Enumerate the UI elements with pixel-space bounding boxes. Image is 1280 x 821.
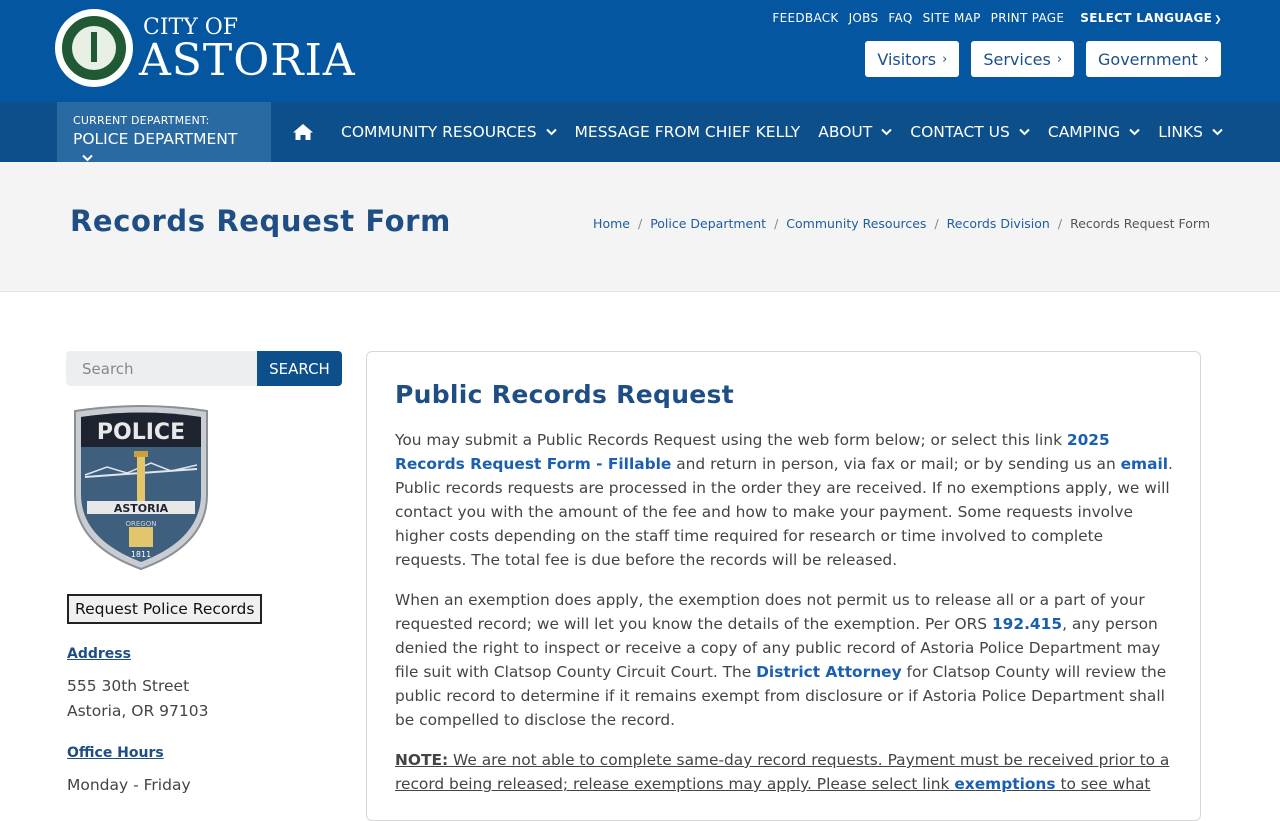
government-button-label: Government bbox=[1098, 49, 1198, 69]
chevron-down-icon bbox=[881, 128, 892, 136]
request-police-records-button[interactable]: Request Police Records bbox=[67, 594, 263, 624]
services-button[interactable]: Services › bbox=[971, 41, 1075, 77]
breadcrumb-home[interactable]: Home bbox=[593, 216, 630, 231]
department-name: POLICE DEPARTMENT bbox=[73, 130, 255, 166]
exemption-paragraph: When an exemption does apply, the exempt… bbox=[395, 591, 1167, 729]
logo-city-name: ASTORIA bbox=[139, 35, 356, 86]
chevron-down-icon bbox=[545, 128, 557, 136]
select-language-dropdown[interactable]: SELECT LANGUAGE ❯ bbox=[1080, 11, 1222, 25]
breadcrumb-separator: / bbox=[1057, 216, 1063, 231]
chevron-down-icon bbox=[82, 154, 93, 161]
visitors-button[interactable]: Visitors › bbox=[865, 41, 960, 77]
utility-link-feedback[interactable]: FEEDBACK bbox=[772, 11, 838, 25]
breadcrumb-current: Records Request Form bbox=[1070, 216, 1210, 231]
svg-text:POLICE: POLICE bbox=[97, 420, 185, 445]
chevron-down-icon: ❯ bbox=[1214, 15, 1222, 25]
address-heading[interactable]: Address bbox=[67, 646, 131, 662]
search-button[interactable]: SEARCH bbox=[257, 351, 342, 386]
nav-item-about[interactable]: ABOUT bbox=[818, 123, 892, 141]
address-line-1: 555 30th Street bbox=[67, 677, 190, 695]
police-badge-icon: POLICE ASTORIA OREGON 1811 bbox=[67, 405, 215, 573]
quick-buttons: Visitors › Services › Government › bbox=[865, 41, 1221, 77]
intro-paragraph: You may submit a Public Records Request … bbox=[395, 431, 1173, 569]
breadcrumb-separator: / bbox=[637, 216, 643, 231]
breadcrumb: Home / Police Department / Community Res… bbox=[593, 216, 1210, 231]
services-button-label: Services bbox=[983, 49, 1051, 69]
select-language-label: SELECT LANGUAGE bbox=[1080, 11, 1213, 25]
public-records-card: Public Records Request You may submit a … bbox=[366, 351, 1201, 821]
site-header: CITY OF ASTORIA FEEDBACK JOBS FAQ SITE M… bbox=[0, 0, 1280, 102]
note-label: NOTE: bbox=[395, 751, 449, 769]
utility-link-jobs[interactable]: JOBS bbox=[849, 11, 879, 25]
main-nav: CURRENT DEPARTMENT: POLICE DEPARTMENT CO… bbox=[0, 102, 1280, 162]
exemptions-link[interactable]: exemptions bbox=[954, 775, 1055, 793]
nav-item-message-from-chief[interactable]: MESSAGE FROM CHIEF KELLY bbox=[575, 123, 801, 141]
office-hours-line-1: Monday - Friday bbox=[67, 776, 191, 794]
chevron-right-icon: › bbox=[942, 51, 948, 67]
nav-item-contact-us[interactable]: CONTACT US bbox=[910, 123, 1030, 141]
breadcrumb-separator: / bbox=[934, 216, 939, 231]
page-title: Records Request Form bbox=[70, 204, 451, 238]
svg-text:1811: 1811 bbox=[131, 550, 151, 559]
breadcrumb-records-division[interactable]: Records Division bbox=[947, 216, 1050, 231]
chevron-down-icon bbox=[1212, 128, 1223, 136]
department-selector[interactable]: CURRENT DEPARTMENT: POLICE DEPARTMENT bbox=[57, 102, 271, 162]
title-band: Records Request Form Home / Police Depar… bbox=[0, 162, 1280, 292]
office-hours-heading[interactable]: Office Hours bbox=[67, 745, 164, 761]
email-link[interactable]: email bbox=[1121, 455, 1168, 473]
nav-item-camping[interactable]: CAMPING bbox=[1048, 123, 1140, 141]
nav-item-links[interactable]: LINKS bbox=[1158, 123, 1223, 141]
utility-link-site-map[interactable]: SITE MAP bbox=[923, 11, 981, 25]
sidebar-search: SEARCH bbox=[66, 351, 342, 386]
search-input[interactable] bbox=[66, 351, 257, 386]
address-line-2: Astoria, OR 97103 bbox=[67, 702, 209, 720]
office-hours-text: Monday - Friday bbox=[67, 773, 191, 798]
nav-menu: COMMUNITY RESOURCES MESSAGE FROM CHIEF K… bbox=[292, 102, 1241, 162]
home-icon[interactable] bbox=[292, 123, 314, 141]
visitors-button-label: Visitors bbox=[877, 49, 937, 69]
breadcrumb-police-department[interactable]: Police Department bbox=[650, 216, 766, 231]
note-paragraph: NOTE: We are not able to complete same-d… bbox=[395, 751, 1170, 793]
breadcrumb-separator: / bbox=[774, 216, 779, 231]
chevron-down-icon bbox=[1019, 128, 1030, 136]
utility-link-faq[interactable]: FAQ bbox=[888, 11, 912, 25]
city-logo[interactable]: CITY OF ASTORIA bbox=[55, 9, 356, 87]
nav-item-community-resources[interactable]: COMMUNITY RESOURCES bbox=[341, 123, 557, 141]
svg-text:OREGON: OREGON bbox=[126, 520, 157, 528]
chevron-right-icon: › bbox=[1203, 51, 1209, 67]
svg-text:ASTORIA: ASTORIA bbox=[114, 502, 169, 515]
utility-links: FEEDBACK JOBS FAQ SITE MAP PRINT PAGE SE… bbox=[762, 11, 1222, 25]
city-seal-icon bbox=[55, 9, 133, 87]
utility-link-print-page[interactable]: PRINT PAGE bbox=[991, 11, 1065, 25]
address-text: 555 30th Street Astoria, OR 97103 bbox=[67, 674, 208, 724]
breadcrumb-community-resources[interactable]: Community Resources bbox=[786, 216, 926, 231]
district-attorney-link[interactable]: District Attorney bbox=[756, 663, 902, 681]
ors-192-415-link[interactable]: 192.415 bbox=[992, 615, 1062, 633]
card-title: Public Records Request bbox=[395, 380, 734, 409]
department-label: CURRENT DEPARTMENT: bbox=[73, 114, 210, 127]
chevron-down-icon bbox=[1129, 128, 1140, 136]
chevron-right-icon: › bbox=[1056, 51, 1063, 67]
government-button[interactable]: Government › bbox=[1086, 41, 1221, 77]
